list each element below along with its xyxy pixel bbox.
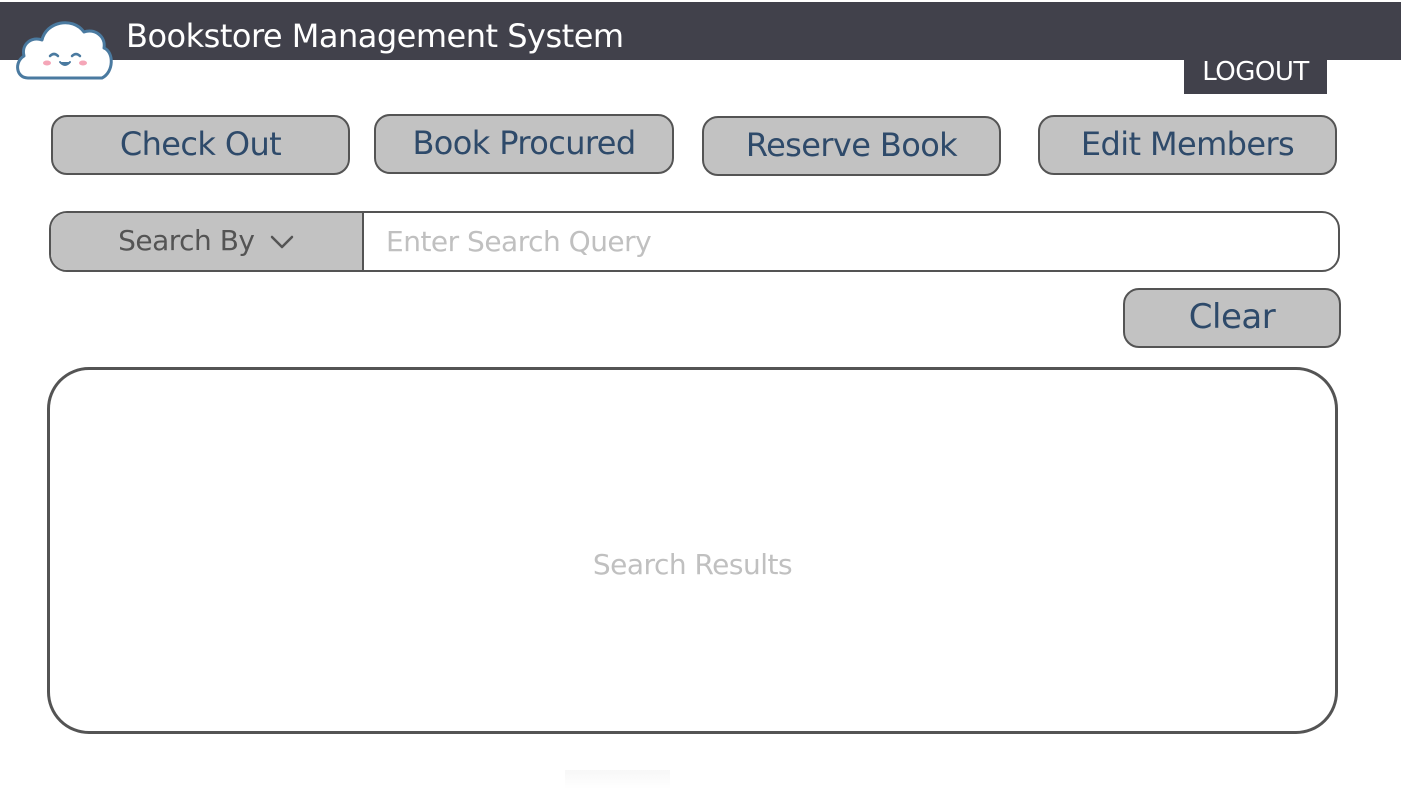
clear-button[interactable]: Clear [1123, 288, 1341, 348]
chevron-down-icon [270, 235, 294, 249]
search-by-dropdown[interactable]: Search By [51, 213, 364, 270]
check-out-button[interactable]: Check Out [51, 115, 350, 175]
decorative-shadow [565, 770, 670, 789]
search-bar: Search By [49, 211, 1340, 272]
book-procured-button[interactable]: Book Procured [374, 114, 674, 174]
reserve-book-button[interactable]: Reserve Book [702, 116, 1001, 176]
logout-button[interactable]: LOGOUT [1184, 50, 1327, 94]
search-by-label: Search By [118, 224, 255, 257]
edit-members-button[interactable]: Edit Members [1038, 115, 1337, 175]
search-input[interactable] [366, 213, 1336, 270]
app-title: Bookstore Management System [126, 17, 624, 55]
app-window: Bookstore Management System LOGOUT Check… [0, 0, 1401, 789]
search-results-panel: Search Results [47, 367, 1338, 734]
search-results-placeholder: Search Results [592, 548, 793, 581]
cloud-mascot-icon [16, 21, 113, 80]
